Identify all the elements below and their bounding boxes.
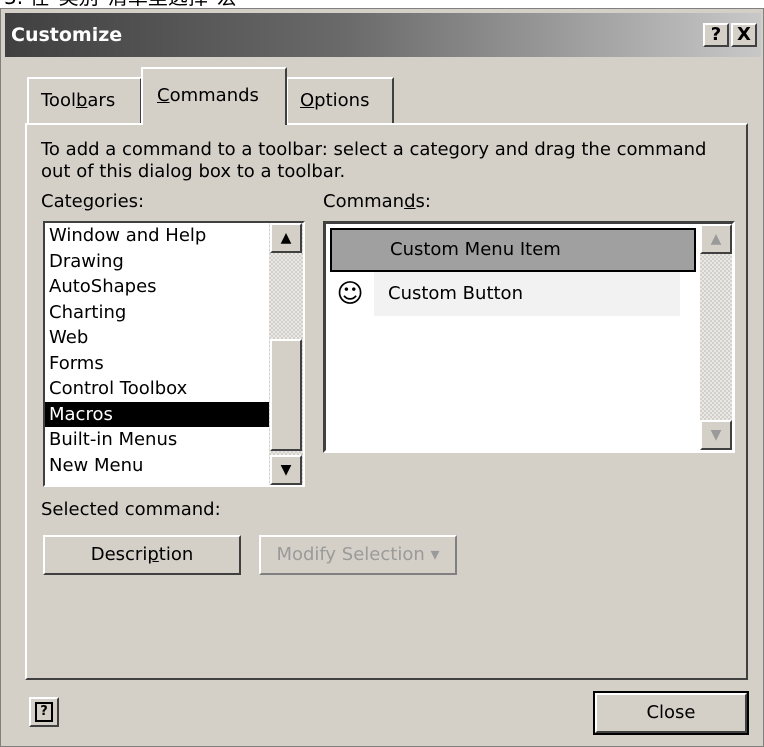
smiley-icon: ☺ — [336, 279, 364, 309]
categories-label: Categories: — [41, 191, 145, 212]
command-item-label: Custom Button — [374, 272, 680, 316]
categories-list: Window and Help Drawing AutoShapes Charting… — [45, 223, 303, 478]
customize-dialog: Customize ? X Toolbars Commands Options … — [0, 8, 764, 747]
category-item[interactable]: Web — [45, 325, 303, 351]
tab-label-accel: O — [300, 90, 315, 111]
window-title: Customize — [11, 24, 123, 46]
category-item[interactable]: Control Toolbox — [45, 376, 303, 402]
category-item[interactable]: Window and Help — [45, 223, 303, 249]
category-item[interactable]: Macros — [45, 401, 303, 427]
instructions-text: To add a command to a toolbar: select a … — [41, 139, 707, 182]
command-item-custom-menu-item[interactable]: Custom Menu Item — [330, 228, 696, 272]
modify-selection-label: Modify Selection — [276, 544, 425, 565]
command-item-custom-button[interactable]: ☺ Custom Button — [326, 272, 694, 316]
category-item[interactable]: New Menu — [45, 453, 303, 479]
tab-label-accel: C — [157, 85, 170, 106]
scroll-down-button[interactable]: ▼ — [700, 420, 732, 450]
commands-panel: To add a command to a toolbar: select a … — [25, 123, 748, 680]
tab-label: ommands — [169, 85, 259, 106]
dropdown-arrow-icon: ▾ — [430, 544, 440, 565]
category-item[interactable]: Built-in Menus — [45, 427, 303, 453]
tab-label: ptions — [314, 90, 370, 111]
top-caption: 3. 在"类别"清单里选择"宏" — [0, 0, 764, 8]
scroll-down-button[interactable]: ▼ — [270, 455, 302, 485]
tab-toolbars[interactable]: Toolbars — [27, 77, 142, 123]
title-help-button[interactable]: ? — [703, 23, 729, 47]
close-button[interactable]: Close — [593, 691, 749, 735]
title-bar: Customize ? X — [5, 13, 761, 57]
tab-options[interactable]: Options — [286, 77, 394, 123]
selected-command-label: Selected command: — [41, 499, 221, 520]
scroll-up-button[interactable]: ▲ — [270, 223, 302, 253]
category-item[interactable]: Drawing — [45, 249, 303, 275]
command-item-label: Custom Menu Item — [390, 239, 561, 260]
tab-label-accel: b — [75, 90, 88, 111]
category-item[interactable]: AutoShapes — [45, 274, 303, 300]
commands-scrollbar[interactable]: ▲ ▼ — [700, 224, 732, 450]
help-icon: ? — [35, 702, 53, 722]
tab-commands[interactable]: Commands — [141, 67, 287, 125]
modify-selection-button[interactable]: Modify Selection ▾ — [259, 535, 457, 575]
description-button[interactable]: Description — [43, 535, 241, 575]
tab-label: ars — [87, 90, 116, 111]
categories-listbox[interactable]: Window and Help Drawing AutoShapes Charting… — [43, 221, 305, 487]
scroll-thumb[interactable] — [270, 339, 302, 451]
commands-listbox[interactable]: Custom Menu Item ☺ Custom Button ▲ ▼ — [323, 221, 735, 453]
help-button[interactable]: ? — [29, 697, 59, 727]
category-item[interactable]: Charting — [45, 300, 303, 326]
scroll-up-button[interactable]: ▲ — [700, 224, 732, 254]
title-close-button[interactable]: X — [731, 23, 757, 47]
category-item[interactable]: Forms — [45, 351, 303, 377]
commands-label: Commands: — [323, 191, 431, 212]
tab-label: Tool — [41, 90, 76, 111]
categories-scrollbar[interactable]: ▲ ▼ — [269, 223, 303, 485]
